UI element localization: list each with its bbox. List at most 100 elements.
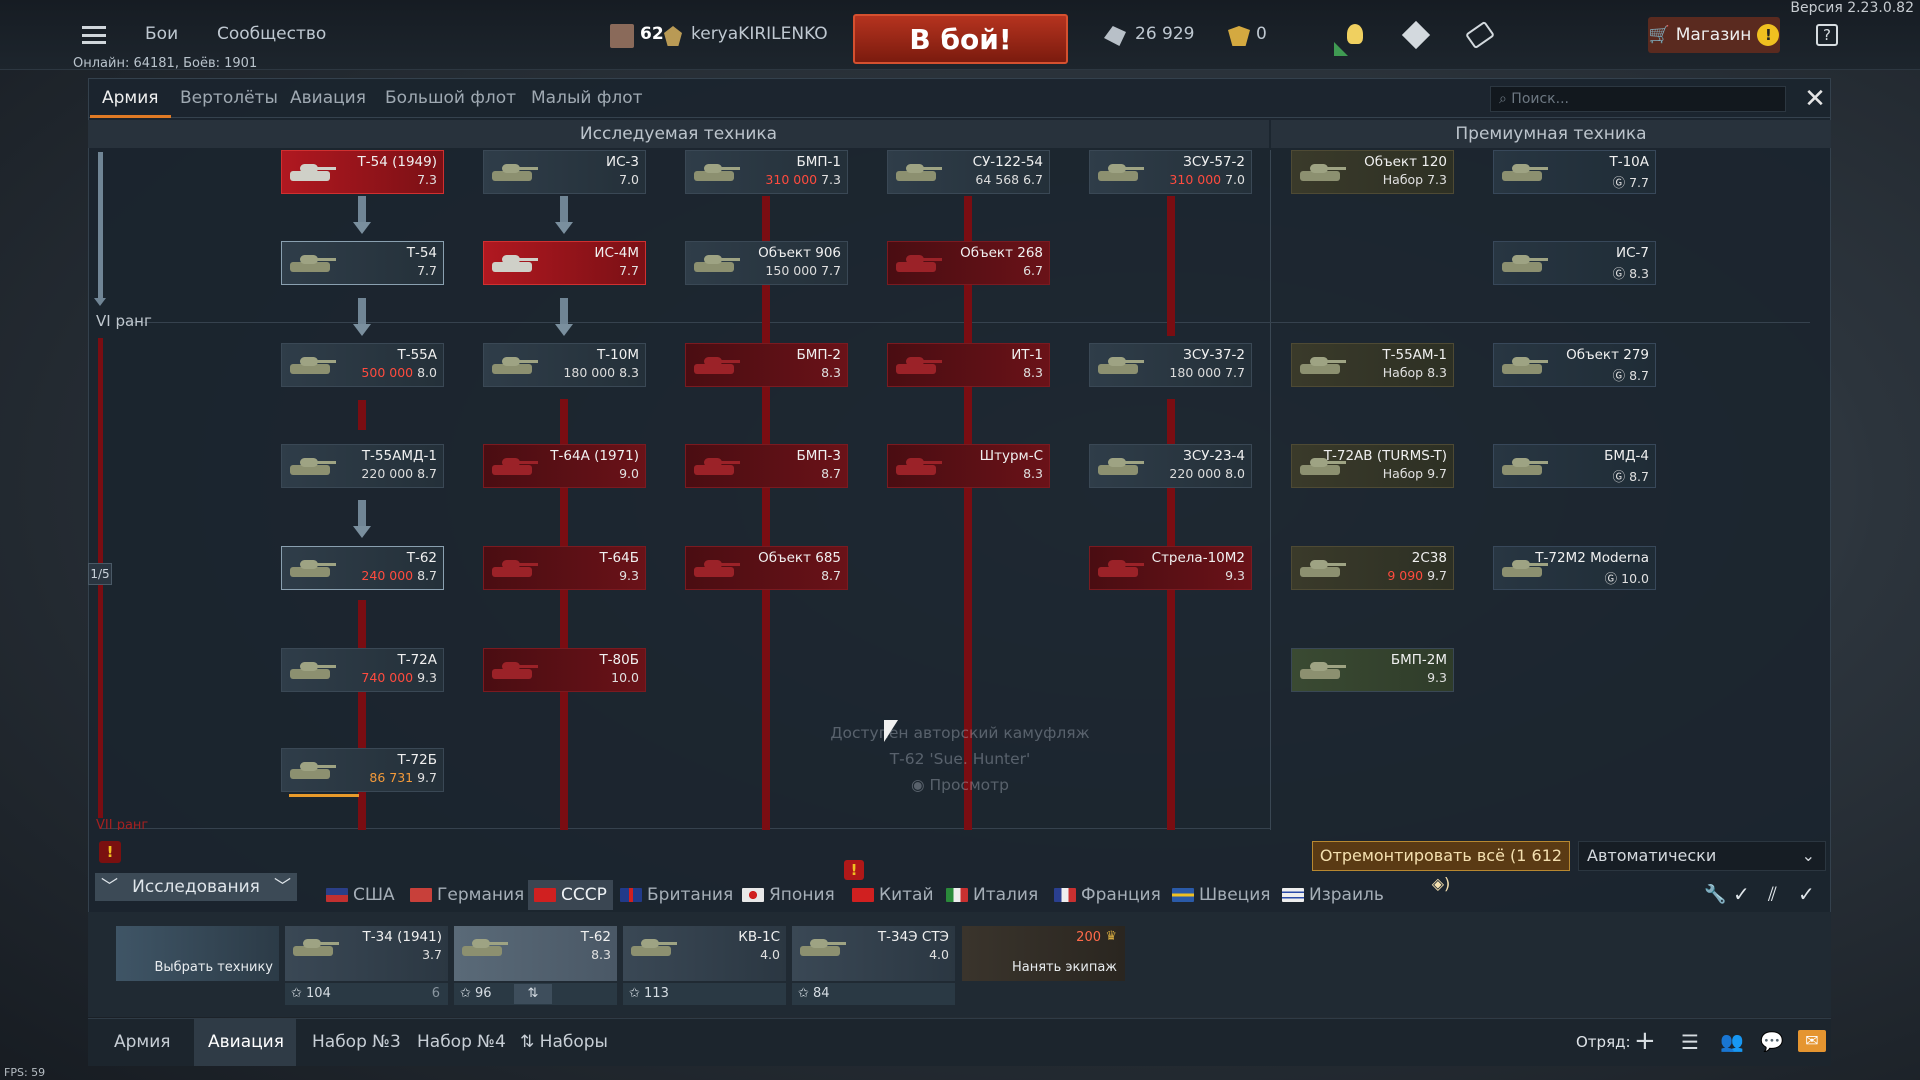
vehicle-card-bmp3[interactable]: БМП-3 8.7 (685, 444, 848, 488)
tab-coastal-fleet[interactable]: Малый флот (519, 78, 655, 118)
plus-icon[interactable]: + (1634, 1026, 1656, 1056)
camo-hint-line1: Доступен авторский камуфляж (830, 724, 1090, 742)
warning-icon[interactable]: ! (99, 841, 121, 863)
camo-preview-link[interactable]: ◉ Просмотр (800, 772, 1120, 798)
vehicle-card-obj279[interactable]: Объект 279 Ⓖ 8.7 (1493, 343, 1656, 387)
crew-slot-t34e[interactable]: Т-34Э СТЭ 4.0 ✩ 84 (792, 926, 955, 1006)
vehicle-card-is7[interactable]: ИС-7 Ⓖ 8.3 (1493, 241, 1656, 285)
vehicle-card-is3[interactable]: ИС-3 7.0 (483, 150, 646, 194)
tank-icon (1498, 161, 1548, 183)
vehicle-card-t55a[interactable]: Т-55А 500 000 8.0 (281, 343, 444, 387)
vehicle-name: Т-72А (397, 652, 437, 668)
bottom-tab-army[interactable]: Армия (100, 1018, 185, 1066)
vehicle-card-bmd4[interactable]: БМД-4 Ⓖ 8.7 (1493, 444, 1656, 488)
vehicle-card-t72a[interactable]: Т-72А 740 000 9.3 (281, 648, 444, 692)
vehicle-card-t72b[interactable]: Т-72Б 86 731 9.7 (281, 748, 444, 792)
nation-ussr[interactable]: СССР (528, 880, 613, 910)
vehicle-info: 180 000 8.3 (563, 365, 639, 380)
vehicle-card-t55am1[interactable]: Т-55АМ-1 Набор 8.3 (1291, 343, 1454, 387)
tab-bluewater-fleet[interactable]: Большой флот (373, 78, 528, 118)
nation-china[interactable]: Китай (852, 880, 934, 910)
vehicle-card-t64a[interactable]: Т-64А (1971) 9.0 (483, 444, 646, 488)
player-avatar-icon[interactable] (610, 24, 634, 48)
crew-slot-t34-1941[interactable]: Т-34 (1941) 3.7 ✩ 104 6 (285, 926, 448, 1006)
vehicle-card-t62[interactable]: Т-62 240 000 8.7 (281, 546, 444, 590)
checkmark-icon[interactable]: ✓ (1798, 882, 1815, 906)
nation-usa[interactable]: США (326, 880, 395, 910)
vehicle-card-bmp1[interactable]: БМП-1 310 000 7.3 (685, 150, 848, 194)
vehicle-br: 8.3 (1427, 365, 1447, 380)
vehicle-br: 8.7 (821, 568, 841, 583)
menu-community[interactable]: Сообщество (217, 24, 326, 44)
vehicle-name: Т-34Э СТЭ (877, 929, 949, 945)
arrow-down-icon (353, 526, 371, 538)
vehicle-card-zsu37[interactable]: ЗСУ-37-2 180 000 7.7 (1089, 343, 1252, 387)
bottom-tab-presets[interactable]: ⇅ Наборы (506, 1018, 622, 1066)
flag-sweden-icon (1172, 888, 1194, 902)
vehicle-card-su122-54[interactable]: СУ-122-54 64 568 6.7 (887, 150, 1050, 194)
vehicle-card-obj685[interactable]: Объект 685 8.7 (685, 546, 848, 590)
vehicle-card-shturm[interactable]: Штурм-С 8.3 (887, 444, 1050, 488)
vehicle-card-t72av[interactable]: Т-72АВ (TURMS-T) Набор 9.7 (1291, 444, 1454, 488)
nation-britain[interactable]: Британия (620, 880, 733, 910)
lightbulb-icon[interactable] (1347, 24, 1363, 44)
crew-slot-t62[interactable]: Т-62 8.3 ✩ 96 ⇅ (454, 926, 617, 1006)
vehicle-card-strela[interactable]: Стрела-10М2 9.3 (1089, 546, 1252, 590)
crew-count: 84 (813, 986, 830, 1001)
mail-icon[interactable]: ✉ (1798, 1030, 1826, 1052)
nation-israel[interactable]: Израиль (1282, 880, 1384, 910)
list-icon[interactable]: ☰ (1681, 1030, 1699, 1054)
nation-germany[interactable]: Германия (410, 880, 524, 910)
search-input[interactable]: ⌕ Поиск... (1490, 86, 1786, 112)
bottom-tab-preset4[interactable]: Набор №4 (403, 1018, 520, 1066)
player-name[interactable]: keryaKIRILENKO (691, 24, 828, 44)
nation-italy[interactable]: Италия (946, 880, 1038, 910)
vehicle-card-t72m2[interactable]: Т-72М2 Moderna Ⓖ 10.0 (1493, 546, 1656, 590)
double-slash-icon[interactable]: ⫽ (1768, 882, 1777, 906)
vehicle-card-it1[interactable]: ИТ-1 8.3 (887, 343, 1050, 387)
tab-aviation[interactable]: Авиация (278, 78, 378, 118)
vehicle-card-bmp2m[interactable]: БМП-2М 9.3 (1291, 648, 1454, 692)
vehicle-card-obj120[interactable]: Объект 120 Набор 7.3 (1291, 150, 1454, 194)
auto-select-dropdown[interactable]: Автоматически ⌄ (1578, 841, 1826, 871)
vehicle-card-t64b[interactable]: Т-64Б 9.3 (483, 546, 646, 590)
help-button[interactable]: ? (1816, 24, 1838, 46)
tab-helicopters[interactable]: Вертолёты (168, 78, 290, 118)
vehicle-card-zsu57[interactable]: ЗСУ-57-2 310 000 7.0 (1089, 150, 1252, 194)
vehicle-card-is4m[interactable]: ИС-4М 7.7 (483, 241, 646, 285)
vehicle-card-t54-1949[interactable]: Т-54 (1949) 7.3 (281, 150, 444, 194)
menu-battles[interactable]: Бои (145, 24, 178, 44)
checkmark-icon[interactable]: ✓ (1733, 882, 1750, 906)
select-vehicle-button[interactable]: Выбрать технику (116, 926, 279, 981)
vehicle-card-t55amd1[interactable]: Т-55АМД-1 220 000 8.7 (281, 444, 444, 488)
hire-crew-button[interactable]: 200 ♛ Нанять экипаж (962, 926, 1125, 981)
vehicle-info: 150 000 7.7 (765, 263, 841, 278)
vehicle-card-t80b[interactable]: Т-80Б 10.0 (483, 648, 646, 692)
vehicle-card-obj268[interactable]: Объект 268 6.7 (887, 241, 1050, 285)
nation-france[interactable]: Франция (1054, 880, 1161, 910)
contacts-icon[interactable]: 👥 (1720, 1030, 1744, 1053)
tank-icon (488, 354, 538, 376)
vehicle-card-obj906[interactable]: Объект 906 150 000 7.7 (685, 241, 848, 285)
research-toggle[interactable]: ﹀ Исследования ﹀ (95, 873, 297, 901)
vehicle-card-2s38[interactable]: 2С38 9 090 9.7 (1291, 546, 1454, 590)
chat-icon[interactable]: 💬 (1760, 1030, 1784, 1053)
nation-sweden[interactable]: Швеция (1172, 880, 1271, 910)
close-icon[interactable]: ✕ (1800, 84, 1830, 114)
to-battle-button[interactable]: В бой! (853, 14, 1068, 64)
repair-all-button[interactable]: Отремонтировать всё (1 612 ◈) (1312, 841, 1570, 893)
swap-arrows-icon[interactable]: ⇅ (514, 984, 552, 1004)
nation-japan[interactable]: Япония (742, 880, 835, 910)
shop-button[interactable]: 🛒 Магазин ! (1648, 17, 1780, 53)
vehicle-card-t54[interactable]: Т-54 7.7 (281, 241, 444, 285)
wrench-icon[interactable]: 🔧 (1704, 884, 1726, 905)
bottom-tab-preset3[interactable]: Набор №3 (298, 1018, 415, 1066)
vehicle-card-t10m[interactable]: Т-10М 180 000 8.3 (483, 343, 646, 387)
tab-army[interactable]: Армия (90, 78, 171, 118)
hamburger-menu-icon[interactable] (82, 26, 106, 44)
vehicle-card-t10a[interactable]: Т-10А Ⓖ 7.7 (1493, 150, 1656, 194)
vehicle-card-zsu23[interactable]: ЗСУ-23-4 220 000 8.0 (1089, 444, 1252, 488)
vehicle-card-bmp2[interactable]: БМП-2 8.3 (685, 343, 848, 387)
bottom-tab-aviation[interactable]: Авиация (194, 1018, 296, 1066)
crew-slot-kv1s[interactable]: КВ-1С 4.0 ✩ 113 (623, 926, 786, 1006)
